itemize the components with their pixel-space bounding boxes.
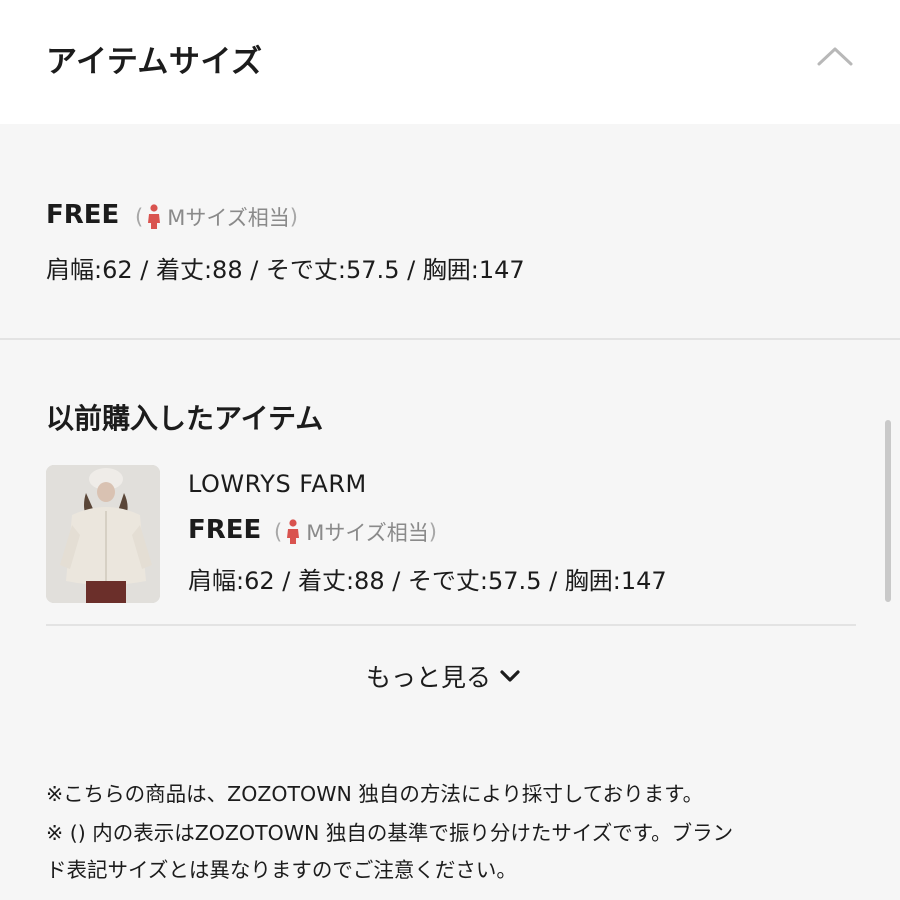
note-line: ※ () 内の表示はZOZOTOWN 独自の基準で振り分けたサイズです。ブラン	[46, 821, 734, 845]
chevron-up-icon[interactable]	[815, 44, 855, 68]
show-more-label: もっと見る	[366, 663, 492, 692]
person-icon	[148, 204, 161, 229]
section-header[interactable]: アイテムサイズ	[0, 0, 900, 124]
person-icon	[287, 519, 300, 544]
item-size-measurements: 肩幅:62 / 着丈:88 / そで丈:57.5 / 胸囲:147	[188, 567, 667, 595]
page-title: アイテムサイズ	[46, 44, 263, 80]
item-brand[interactable]: LOWRYS FARM	[188, 470, 367, 498]
item-photo	[46, 465, 160, 603]
item-size-label: FREE	[188, 515, 262, 545]
size-equivalent: ( Mサイズ相当 )	[135, 202, 298, 232]
divider	[46, 624, 856, 626]
size-measurements: 肩幅:62 / 着丈:88 / そで丈:57.5 / 胸囲:147	[46, 256, 525, 284]
item-size-equivalent-label: Mサイズ相当	[306, 521, 429, 545]
divider	[0, 338, 900, 340]
note-line: ※こちらの商品は、ZOZOTOWN 独自の方法により採寸しております。	[46, 782, 704, 806]
size-label: FREE	[46, 200, 120, 230]
note-line: ド表記サイズとは異なりますのでご注意ください。	[46, 858, 517, 882]
scrollbar[interactable]	[885, 420, 891, 602]
item-thumbnail[interactable]	[46, 465, 160, 603]
size-equivalent-label: Mサイズ相当	[167, 206, 290, 230]
previous-items-title: 以前購入したアイテム	[46, 402, 324, 435]
item-size-equivalent: ( Mサイズ相当 )	[274, 517, 437, 547]
show-more-button[interactable]: もっと見る	[366, 658, 521, 694]
chevron-down-icon	[500, 670, 520, 682]
